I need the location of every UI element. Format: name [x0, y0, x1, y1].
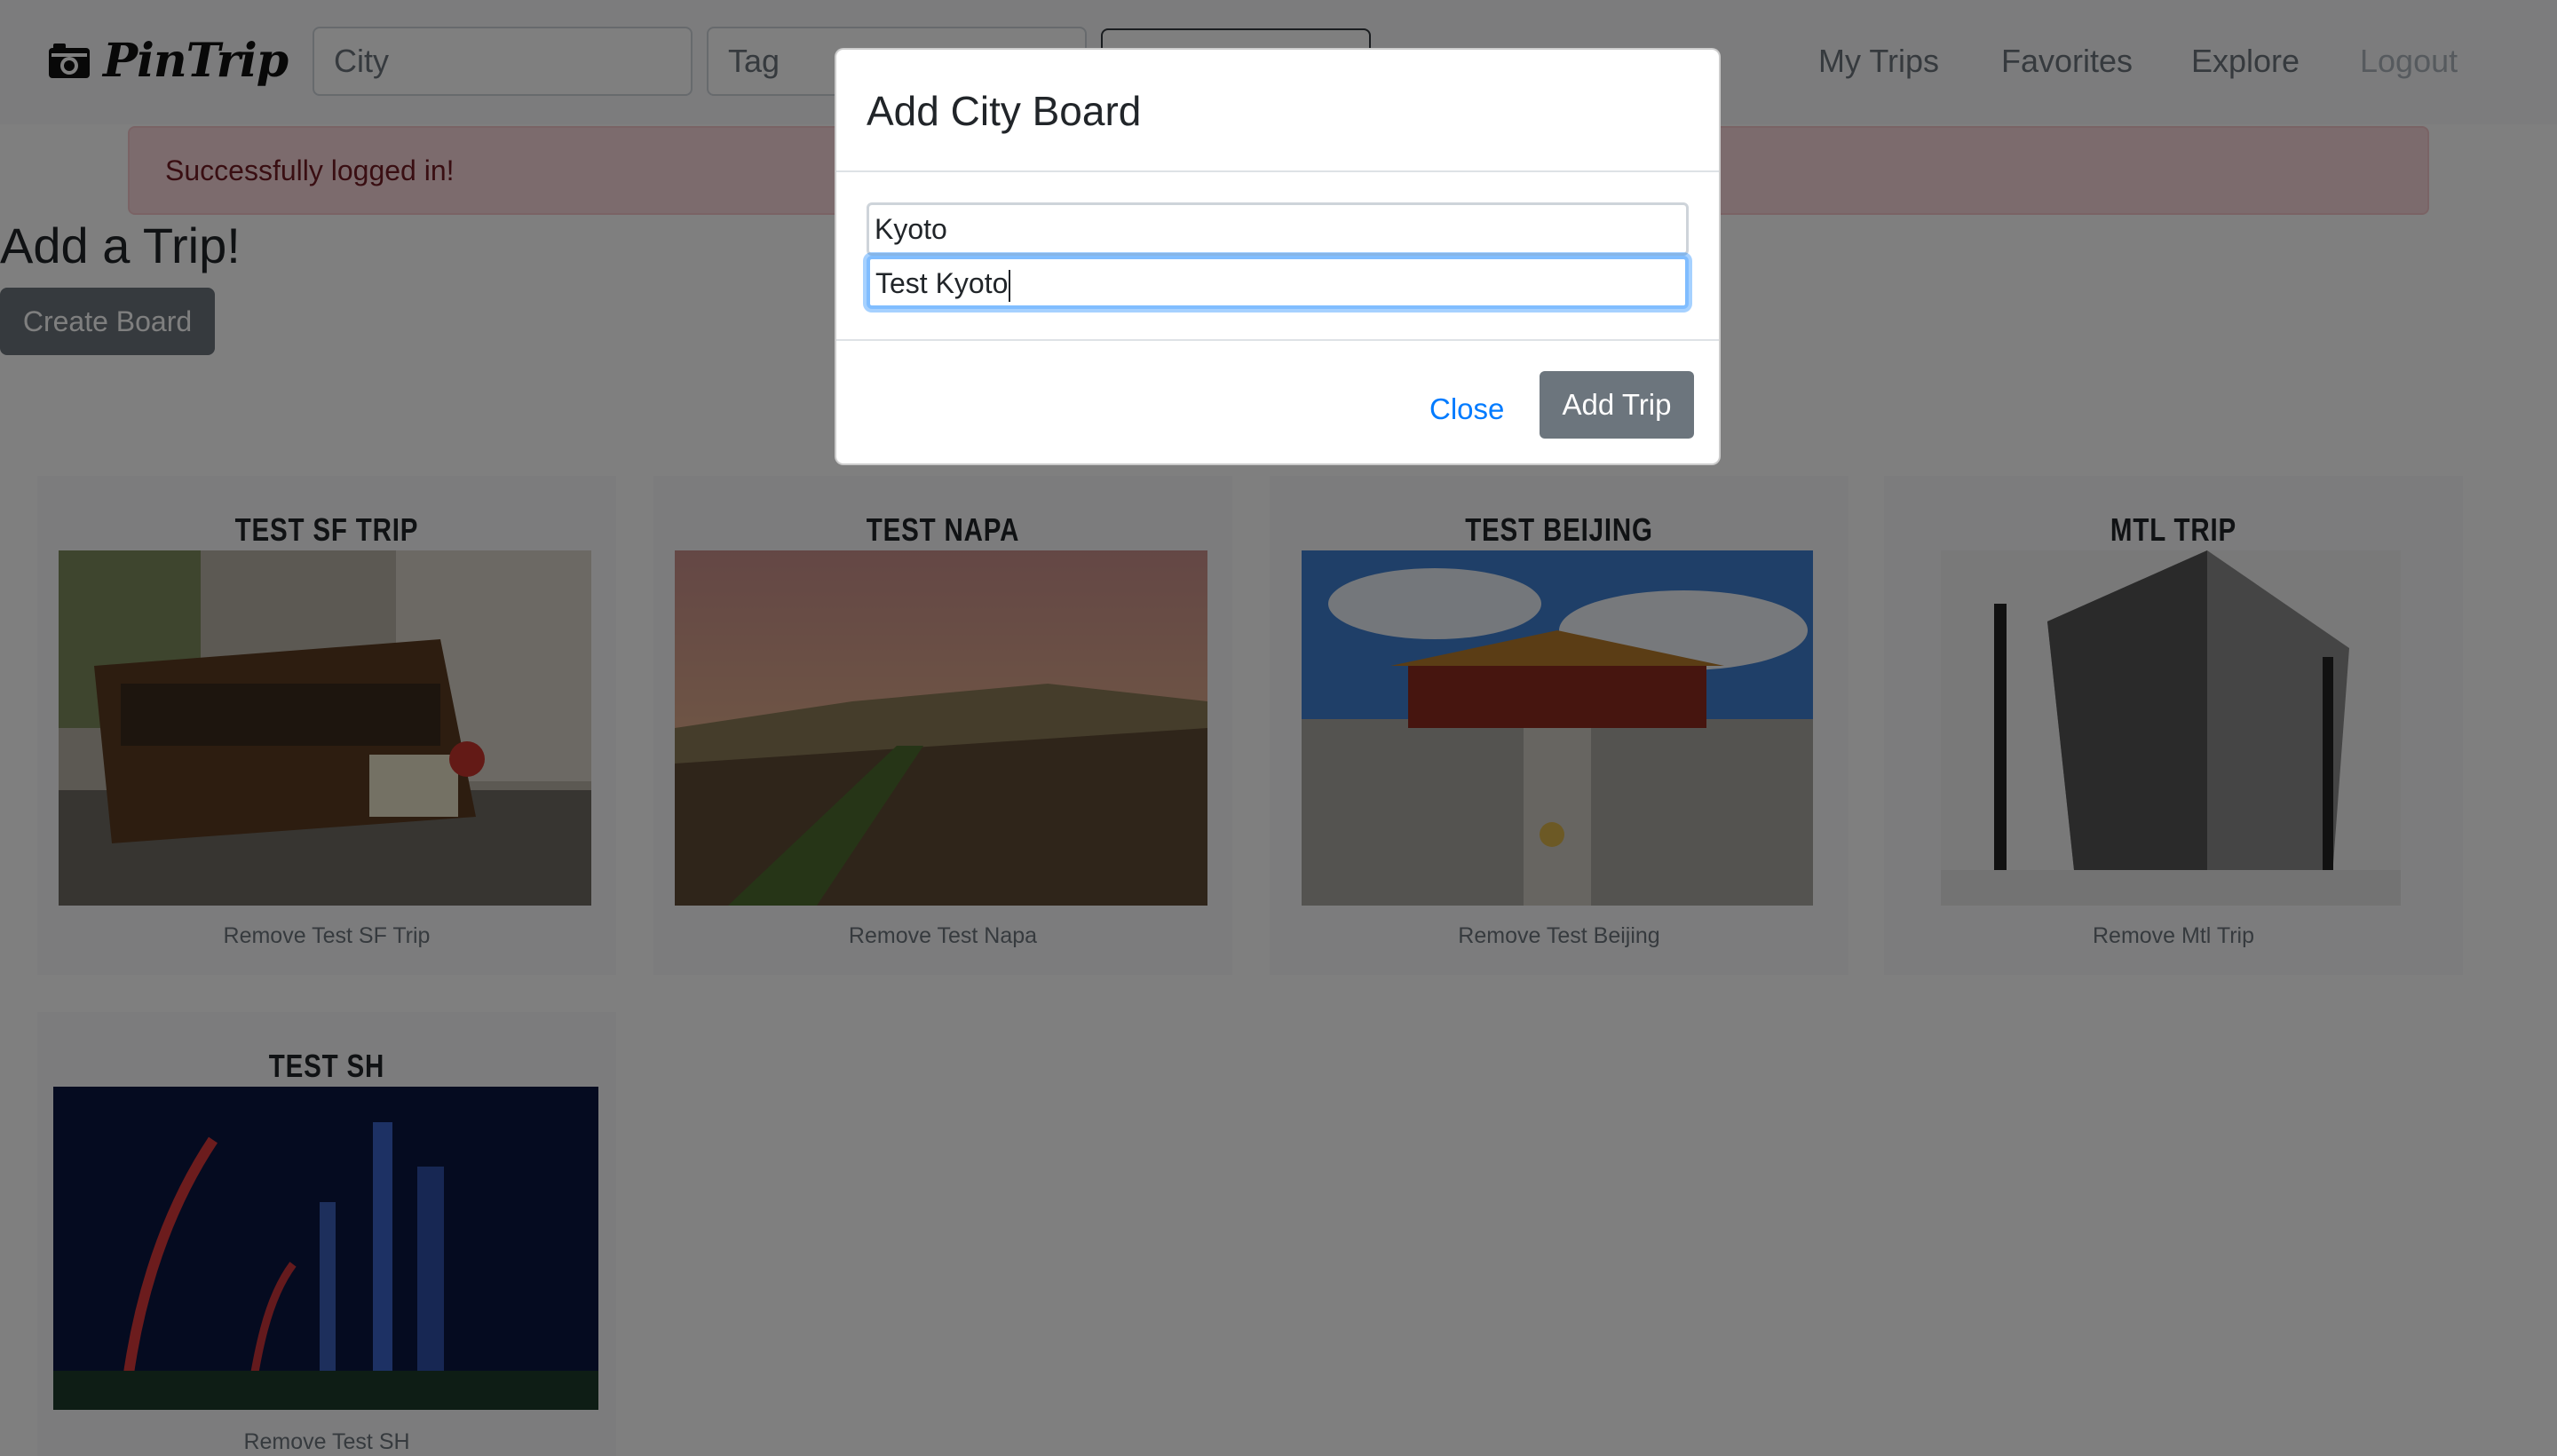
city-input[interactable]: Kyoto	[867, 202, 1689, 256]
add-city-board-modal: Add City Board Kyoto Test Kyoto Close Ad…	[835, 48, 1721, 465]
board-name-input-value: Test Kyoto	[875, 267, 1009, 299]
city-input-value: Kyoto	[875, 213, 947, 245]
modal-title: Add City Board	[867, 88, 1142, 134]
board-name-input[interactable]: Test Kyoto	[867, 256, 1689, 309]
close-button[interactable]: Close	[1429, 392, 1504, 426]
text-caret	[1009, 269, 1011, 302]
modal-header: Add City Board	[836, 50, 1719, 172]
add-trip-button[interactable]: Add Trip	[1540, 371, 1694, 439]
modal-footer: Close Add Trip	[836, 339, 1719, 465]
